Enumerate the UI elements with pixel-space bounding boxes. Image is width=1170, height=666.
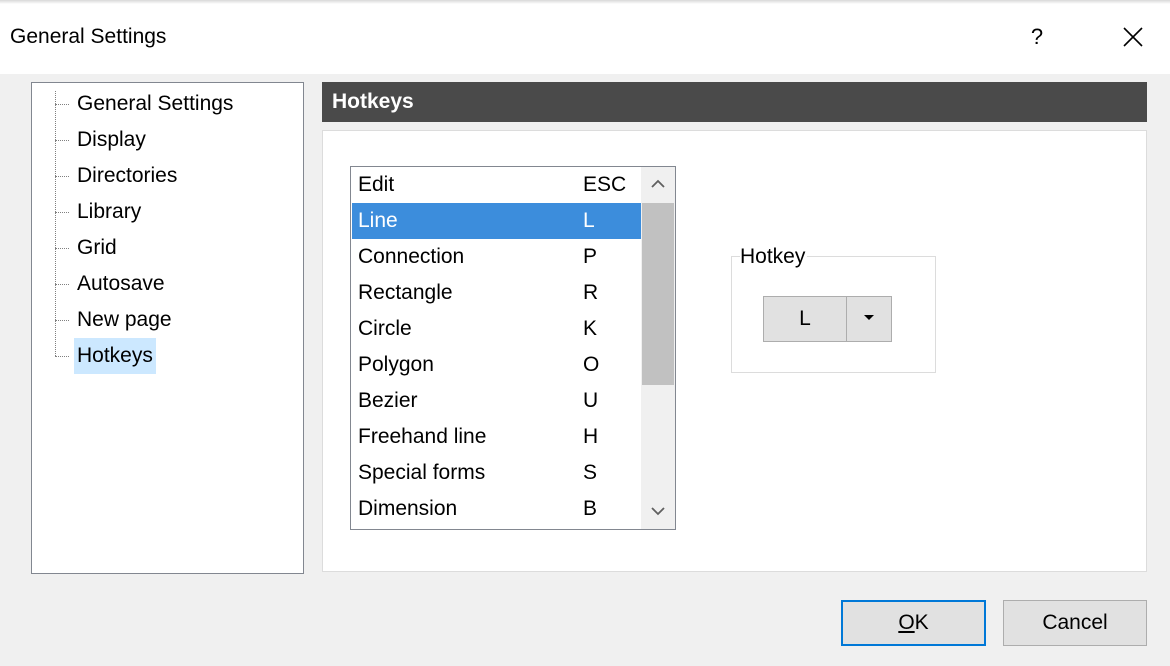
command-name: Circle [358,317,412,340]
list-item[interactable]: Connection P [352,239,641,275]
list-item[interactable]: Rectangle R [352,275,641,311]
command-name: Rectangle [358,281,453,304]
scroll-thumb[interactable] [642,203,674,385]
command-name: Line [358,209,398,232]
tree-item-label: Display [77,128,146,151]
list-item[interactable]: Circle K [352,311,641,347]
hotkey-dropdown[interactable]: L [763,296,892,342]
scroll-up-button[interactable] [641,167,675,201]
command-name: Dimension [358,497,458,520]
ok-button-label: OK [898,611,929,634]
list-item[interactable]: Dimension B [352,491,641,527]
cancel-button[interactable]: Cancel [1003,600,1147,646]
list-item[interactable]: Special forms S [352,455,641,491]
hotkey-group-label: Hotkey [740,244,808,270]
command-name: Bezier [358,389,418,412]
title-bar: General Settings ? [0,0,1170,74]
hotkey-dropdown-value: L [799,307,811,330]
help-button[interactable]: ? [1012,14,1062,60]
list-item[interactable]: Edit ESC [352,167,641,203]
tree-item-label: Grid [77,236,117,259]
command-name: Edit [358,173,395,196]
settings-tree: General Settings Display Directories Lib… [31,82,304,574]
window-title: General Settings [10,25,167,48]
command-key: H [583,425,599,448]
command-key: K [583,317,598,340]
command-key: L [583,209,595,232]
command-key: U [583,389,599,412]
dropdown-arrow-button[interactable] [847,297,891,341]
caret-down-icon [864,315,874,320]
chevron-up-icon [651,179,665,188]
command-key: P [583,245,598,268]
list-item[interactable]: Freehand line H [352,419,641,455]
settings-dialog: General Settings ? General Settings Disp… [0,0,1170,666]
list-item[interactable]: Polygon O [352,347,641,383]
tree-item-label: Library [77,200,142,223]
command-key: O [583,353,600,376]
command-key: ESC [583,173,627,196]
scroll-down-button[interactable] [641,495,675,529]
command-name: Freehand line [358,425,487,448]
close-button[interactable] [1106,14,1160,60]
tree-guide-line [55,91,56,356]
command-key: B [583,497,598,520]
tree-item-label: Directories [77,164,178,187]
tree-item-label: Hotkeys [74,338,156,374]
command-key: R [583,281,599,304]
tree-item-label: New page [77,308,172,331]
top-strip [0,0,1170,4]
close-icon [1123,27,1143,47]
section-title: Hotkeys [322,82,1147,122]
tree-item-label: General Settings [77,92,234,115]
ok-button[interactable]: OK [841,600,986,646]
command-name: Connection [358,245,465,268]
list-item[interactable]: Bezier U [352,383,641,419]
command-name: Polygon [358,353,434,376]
list-item[interactable]: Line L [352,203,641,239]
list-scrollbar[interactable] [641,167,675,529]
chevron-down-icon [651,507,665,516]
command-name: Special forms [358,461,486,484]
tree-item-label: Autosave [77,272,165,295]
hotkey-list[interactable]: Edit ESC Line L Connection P Rectangle R… [350,166,676,530]
command-key: S [583,461,598,484]
